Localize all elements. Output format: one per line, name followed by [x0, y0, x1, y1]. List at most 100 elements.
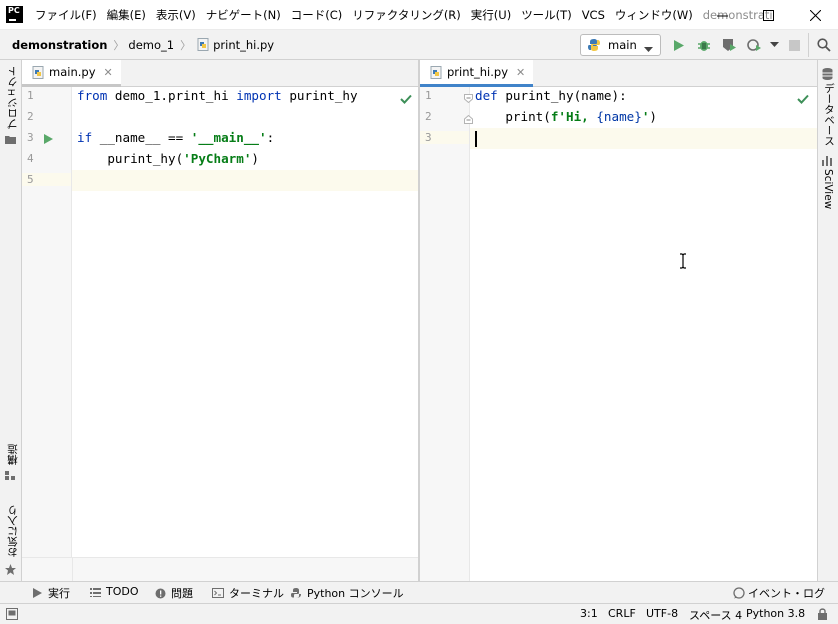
chevron-down-icon — [769, 42, 779, 47]
code-line-1[interactable]: from demo_1.print_hi import purint_hy — [77, 88, 358, 103]
minimize-button[interactable] — [699, 0, 745, 30]
line-number: 1 — [425, 89, 432, 102]
code-line-2[interactable]: print(f'Hi, {name}') — [475, 109, 657, 124]
tab-print-hi-py[interactable]: print_hi.py ✕ — [420, 60, 534, 87]
title-bar: PC ファイル(F) 編集(E) 表示(V) ナビゲート(N) コード(C) リ… — [0, 0, 838, 30]
tab-label: print_hi.py — [447, 65, 509, 79]
menu-edit[interactable]: 編集(E) — [107, 7, 146, 23]
breadcrumb-folder[interactable]: demo_1 — [128, 38, 174, 52]
structure-icon — [5, 471, 15, 480]
tool-window-problems[interactable]: 問題 — [155, 585, 193, 601]
minimize-icon — [716, 15, 728, 16]
structure-tab-label: 構造 — [7, 444, 19, 465]
menu-window[interactable]: ウィンドウ(W) — [615, 7, 693, 23]
current-line-highlight — [420, 128, 817, 149]
run-gutter-button[interactable] — [44, 133, 53, 147]
tool-window-event-log[interactable]: イベント・ログ — [733, 585, 825, 601]
tool-window-database[interactable]: データベース — [822, 68, 837, 149]
left-editor-footer — [22, 557, 418, 582]
run-icon — [44, 134, 53, 144]
text-cursor-icon — [679, 253, 687, 272]
fold-close-icon[interactable] — [464, 113, 473, 127]
menu-view[interactable]: 表示(V) — [156, 7, 196, 23]
tool-window-project[interactable]: プロジェクト — [5, 66, 20, 144]
caret-position[interactable]: 3:1 — [580, 607, 598, 620]
breadcrumb-file[interactable]: print_hi.py — [213, 38, 274, 52]
tool-window-sciview[interactable]: SciView — [822, 156, 834, 212]
menu-code[interactable]: コード(C) — [291, 7, 343, 23]
project-tab-label: プロジェクト — [7, 66, 19, 129]
run-with-coverage-button[interactable] — [721, 37, 737, 53]
tool-window-favorites[interactable]: お気に入り — [5, 505, 20, 575]
debug-button[interactable] — [696, 37, 712, 53]
profile-button[interactable] — [746, 37, 762, 53]
line-number: 5 — [22, 173, 71, 186]
search-everywhere-button[interactable] — [816, 37, 832, 53]
breadcrumb-project[interactable]: demonstration — [12, 38, 107, 52]
tab-label: main.py — [49, 65, 96, 79]
fold-open-icon[interactable] — [464, 92, 473, 106]
right-gutter: 1 2 3 — [420, 87, 473, 581]
left-tool-stripe: プロジェクト 構造 お気に入り — [0, 60, 22, 603]
tool-window-structure[interactable]: 構造 — [5, 444, 20, 481]
toggle-tool-windows-button[interactable] — [6, 608, 18, 623]
tool-windows-icon — [6, 608, 18, 620]
text-caret — [475, 131, 477, 147]
stop-button[interactable] — [786, 37, 802, 53]
sciview-tab-label: SciView — [822, 169, 834, 210]
python-console-icon — [291, 588, 301, 598]
code-line-1[interactable]: def purint_hy(name): — [475, 88, 627, 103]
sciview-icon — [822, 156, 832, 166]
menu-refactor[interactable]: リファクタリング(R) — [352, 7, 461, 23]
bug-icon — [698, 41, 710, 51]
tool-window-python-console[interactable]: Python コンソール — [290, 585, 404, 601]
run-button[interactable] — [671, 37, 687, 53]
tool-window-todo[interactable]: TODO — [90, 585, 139, 598]
coverage-icon — [722, 39, 736, 51]
python-interpreter[interactable]: Python 3.8 — [746, 607, 805, 620]
current-line-highlight — [22, 170, 418, 191]
maximize-button[interactable] — [745, 0, 791, 30]
stop-icon — [788, 39, 800, 51]
tool-window-run[interactable]: 実行 — [33, 585, 70, 601]
python-file-icon — [430, 65, 442, 79]
inspection-ok-icon[interactable] — [400, 93, 412, 107]
bottom-tool-stripe: 実行 TODO 問題 ターミナル Python コンソール イベント・ログ — [0, 581, 838, 603]
code-line-3[interactable]: if __name__ == '__main__': — [77, 130, 274, 145]
menu-file[interactable]: ファイル(F) — [35, 7, 97, 23]
code-line-4[interactable]: purint_hy('PyCharm') — [77, 151, 259, 166]
inspection-ok-icon[interactable] — [797, 93, 809, 107]
line-number: 3 — [420, 131, 469, 144]
run-configuration-name: main — [608, 38, 637, 52]
file-encoding[interactable]: UTF-8 — [646, 607, 678, 620]
favorites-tab-label: お気に入り — [7, 505, 19, 558]
breadcrumb-separator-icon: 〉 — [180, 38, 192, 52]
close-tab-icon[interactable]: ✕ — [516, 66, 525, 79]
left-gutter: 1 2 3 4 5 — [22, 87, 72, 557]
indent-setting[interactable]: スペース 4 — [689, 607, 742, 623]
menu-run[interactable]: 実行(U) — [471, 7, 511, 23]
tool-window-terminal[interactable]: ターミナル — [212, 585, 284, 601]
right-editor-tab-bar: print_hi.py ✕ — [420, 60, 817, 87]
folder-icon — [5, 136, 16, 144]
menu-tools[interactable]: ツール(T) — [521, 7, 572, 23]
line-number: 4 — [27, 152, 34, 165]
pycharm-logo-icon: PC — [6, 6, 23, 23]
menu-vcs[interactable]: VCS — [582, 8, 605, 22]
more-run-options-button[interactable] — [766, 37, 782, 53]
tab-main-py[interactable]: main.py ✕ — [22, 60, 121, 87]
line-separator[interactable]: CRLF — [608, 607, 636, 620]
database-tab-label: データベース — [823, 83, 835, 146]
close-button[interactable] — [792, 0, 838, 30]
python-file-icon — [32, 65, 44, 79]
close-tab-icon[interactable]: ✕ — [104, 66, 113, 79]
right-tool-stripe: データベース SciView — [817, 60, 838, 581]
run-configuration-select[interactable]: main — [580, 34, 661, 56]
breadcrumb-separator-icon: 〉 — [113, 38, 125, 52]
python-file-icon — [197, 38, 209, 51]
python-icon — [587, 38, 601, 52]
lock-icon[interactable] — [817, 608, 828, 623]
menu-navigate[interactable]: ナビゲート(N) — [206, 7, 281, 23]
search-icon — [817, 38, 831, 52]
menu-bar: ファイル(F) 編集(E) 表示(V) ナビゲート(N) コード(C) リファク… — [35, 0, 773, 30]
